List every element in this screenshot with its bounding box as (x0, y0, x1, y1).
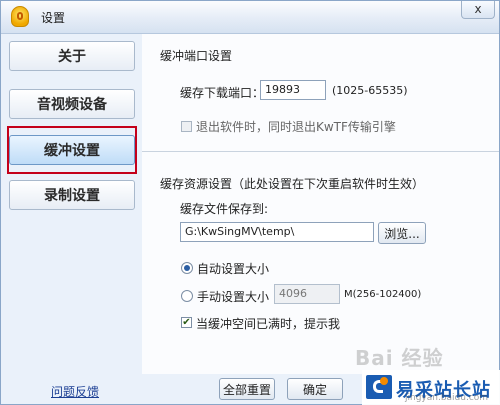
full-prompt-label: 当缓冲空间已满时，提示我 (196, 317, 341, 331)
ok-button[interactable]: 确定 (287, 378, 343, 400)
app-logo-icon (11, 6, 29, 27)
reset-all-button[interactable]: 全部重置 (219, 378, 275, 400)
exit-engine-label: 退出软件时，同时退出KwTF传输引擎 (196, 120, 396, 134)
settings-sidebar: 关于 音视频设备 缓冲设置 录制设置 (1, 34, 141, 374)
port-label: 缓存下载端口： (180, 86, 265, 100)
manual-size-radio[interactable] (181, 290, 193, 302)
section-divider (142, 151, 499, 152)
close-button[interactable]: x (461, 1, 495, 19)
full-prompt-checkbox[interactable]: ✔ (181, 317, 192, 328)
auto-size-label: 自动设置大小 (197, 262, 270, 276)
sidebar-item-av-devices[interactable]: 音视频设备 (9, 89, 135, 119)
watermark-url: jingyan.baidu.com (405, 393, 489, 403)
port-range-hint: (1025-65535) (332, 84, 408, 97)
exit-engine-checkbox[interactable] (181, 121, 192, 132)
brand-logo-icon (366, 375, 392, 399)
size-range-hint: M(256-102400) (344, 289, 422, 300)
cache-path-input[interactable]: G:\KwSingMV\temp\ (180, 222, 374, 242)
buffer-port-section-title: 缓冲端口设置 (160, 49, 233, 63)
title-bar: 设置 x (1, 1, 499, 34)
feedback-link[interactable]: 问题反馈 (51, 383, 99, 400)
sidebar-item-about[interactable]: 关于 (9, 41, 135, 71)
manual-size-input[interactable]: 4096 (274, 284, 340, 304)
port-input[interactable]: 19893 (260, 80, 326, 100)
settings-content: 缓冲端口设置 缓存下载端口： 19893 (1025-65535) 退出软件时，… (142, 34, 499, 374)
auto-size-radio[interactable] (181, 262, 193, 274)
browse-button[interactable]: 浏览... (378, 222, 426, 244)
manual-size-label: 手动设置大小 (197, 290, 270, 304)
sidebar-item-buffer-settings[interactable]: 缓冲设置 (9, 135, 135, 165)
buffer-resource-section-title: 缓存资源设置（此处设置在下次重启软件时生效） (160, 177, 425, 191)
baidu-watermark: Bai 经验 (355, 346, 444, 370)
sidebar-item-record-settings[interactable]: 录制设置 (9, 180, 135, 210)
save-to-label: 缓存文件保存到: (180, 202, 269, 216)
window-title: 设置 (41, 11, 66, 25)
